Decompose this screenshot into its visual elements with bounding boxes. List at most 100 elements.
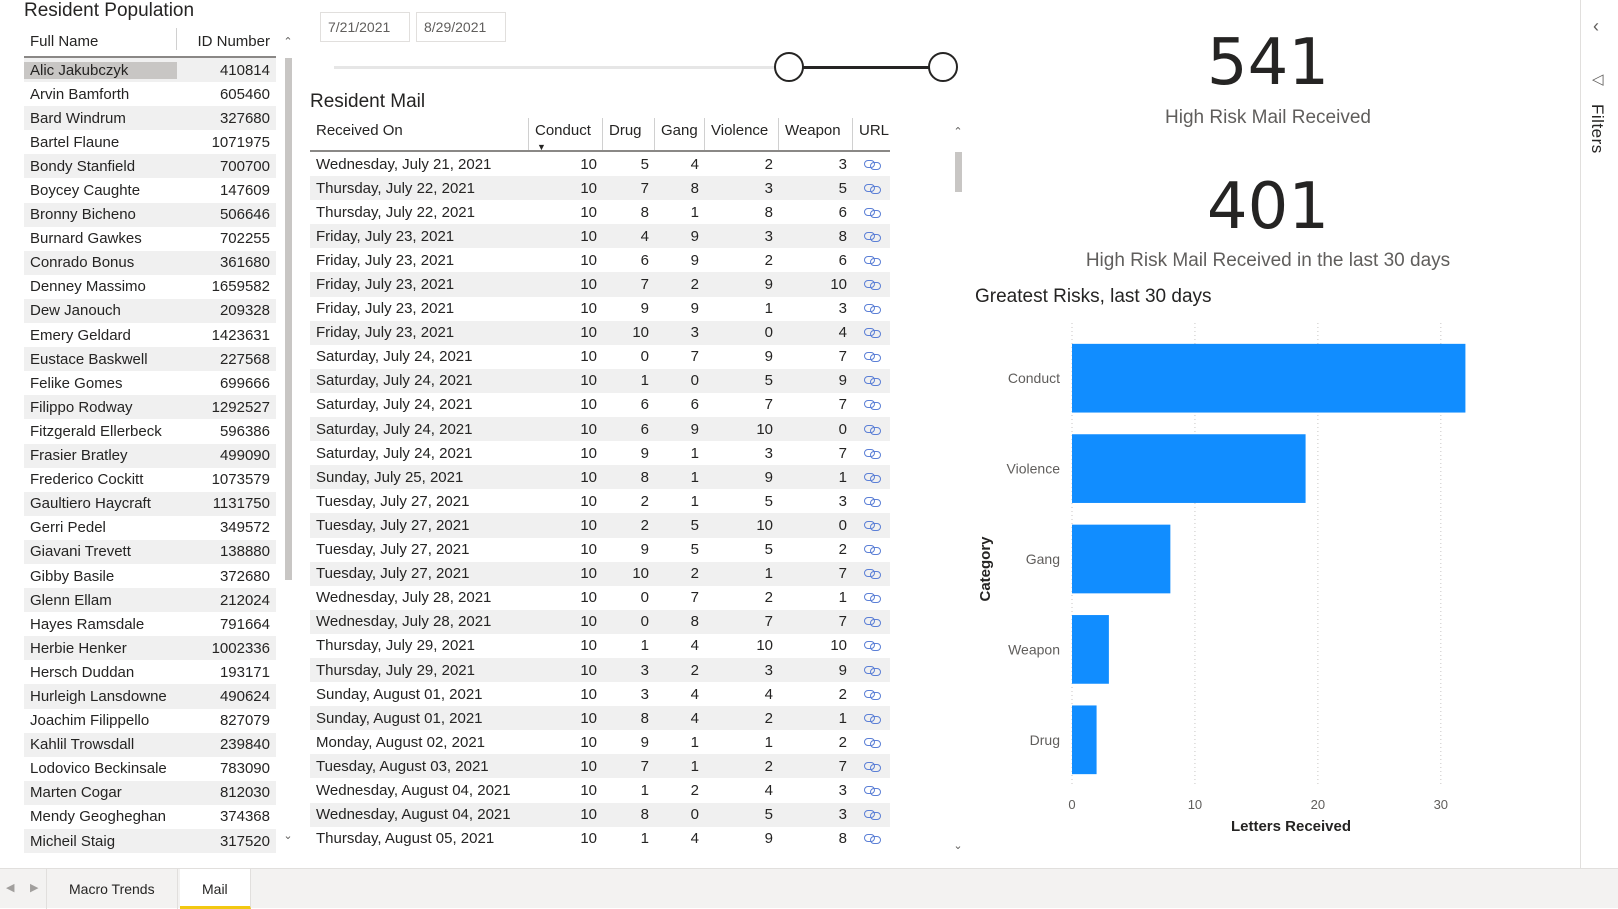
scroll-down-icon[interactable]: ⌄ xyxy=(282,830,294,842)
table-row[interactable]: Tuesday, August 03, 2021 10 7 1 2 7 xyxy=(310,754,890,779)
link-icon[interactable] xyxy=(863,448,881,459)
table-row[interactable]: Friday, July 23, 2021 10 6 9 2 6 xyxy=(310,248,890,272)
table-row[interactable]: Hersch Duddan 193171 xyxy=(24,660,276,684)
table-row[interactable]: Micheil Staig 317520 xyxy=(24,829,276,854)
url-cell[interactable] xyxy=(853,493,890,510)
chevron-left-icon[interactable]: ‹ xyxy=(1593,16,1599,37)
url-cell[interactable] xyxy=(853,613,890,630)
table-row[interactable]: Friday, July 23, 2021 10 10 3 0 4 xyxy=(310,320,890,345)
table-row[interactable]: Saturday, July 24, 2021 10 6 6 7 7 xyxy=(310,393,890,417)
date-slider-start-handle[interactable] xyxy=(774,52,804,82)
url-cell[interactable] xyxy=(853,541,890,558)
table-row[interactable]: Marten Cogar 812030 xyxy=(24,780,276,805)
population-scrollbar[interactable]: ⌃ ⌄ xyxy=(282,36,294,842)
url-cell[interactable] xyxy=(853,396,890,413)
link-icon[interactable] xyxy=(863,207,881,218)
link-icon[interactable] xyxy=(863,616,881,628)
table-row[interactable]: Monday, August 02, 2021 10 9 1 1 2 xyxy=(310,730,890,754)
chart-bar[interactable] xyxy=(1072,524,1171,594)
link-icon[interactable] xyxy=(863,689,881,700)
link-icon[interactable] xyxy=(863,327,881,339)
link-icon[interactable] xyxy=(863,375,881,387)
link-icon[interactable] xyxy=(863,496,881,507)
table-row[interactable]: Filippo Rodway 1292527 xyxy=(24,395,276,420)
table-row[interactable]: Sunday, July 25, 2021 10 8 1 9 1 xyxy=(310,465,890,490)
table-row[interactable]: Felike Gomes 699666 xyxy=(24,371,276,395)
url-cell[interactable] xyxy=(853,180,890,197)
link-icon[interactable] xyxy=(863,520,881,531)
table-row[interactable]: Wednesday, August 04, 2021 10 8 0 5 3 xyxy=(310,802,890,827)
column-header-id-number[interactable]: ID Number xyxy=(177,28,276,50)
table-row[interactable]: Gaultiero Haycraft 1131750 xyxy=(24,491,276,516)
table-row[interactable]: Wednesday, July 28, 2021 10 0 8 7 7 xyxy=(310,609,890,634)
table-row[interactable]: Eustace Baskwell 227568 xyxy=(24,347,276,372)
filters-label[interactable]: Filters xyxy=(1587,104,1607,154)
url-cell[interactable] xyxy=(853,565,890,582)
table-row[interactable]: Bondy Stanfield 700700 xyxy=(24,154,276,179)
population-scroll-thumb[interactable] xyxy=(285,58,292,580)
url-cell[interactable] xyxy=(853,372,890,389)
table-row[interactable]: Tuesday, July 27, 2021 10 10 2 1 7 xyxy=(310,561,890,586)
link-icon[interactable] xyxy=(863,231,881,242)
tab-prev-icon[interactable]: ◀ xyxy=(6,881,14,894)
url-cell[interactable] xyxy=(853,421,890,438)
link-icon[interactable] xyxy=(863,809,881,821)
column-header-conduct[interactable]: Conduct ▼ xyxy=(529,118,603,152)
link-icon[interactable] xyxy=(863,640,881,652)
table-row[interactable]: Emery Geldard 1423631 xyxy=(24,323,276,347)
table-row[interactable]: Arvin Bamforth 605460 xyxy=(24,82,276,106)
chart-bar[interactable] xyxy=(1072,434,1306,503)
url-cell[interactable] xyxy=(853,782,890,799)
table-row[interactable]: Boycey Caughte 147609 xyxy=(24,178,276,202)
table-row[interactable]: Friday, July 23, 2021 10 7 2 9 10 xyxy=(310,272,890,297)
table-row[interactable]: Giavani Trevett 138880 xyxy=(24,539,276,564)
table-row[interactable]: Tuesday, July 27, 2021 10 9 5 5 2 xyxy=(310,538,890,562)
mail-scroll-thumb[interactable] xyxy=(955,152,962,192)
url-cell[interactable] xyxy=(853,276,890,293)
url-cell[interactable] xyxy=(853,686,890,703)
table-row[interactable]: Thursday, July 29, 2021 10 3 2 3 9 xyxy=(310,657,890,683)
slicer-end-date[interactable]: 8/29/2021 xyxy=(416,12,506,42)
link-icon[interactable] xyxy=(863,303,881,315)
link-icon[interactable] xyxy=(863,424,881,435)
table-row[interactable]: Wednesday, August 04, 2021 10 1 2 4 3 xyxy=(310,778,890,802)
url-cell[interactable] xyxy=(853,156,890,173)
url-cell[interactable] xyxy=(853,517,890,534)
table-row[interactable]: Glenn Ellam 212024 xyxy=(24,588,276,613)
url-cell[interactable] xyxy=(853,830,890,847)
table-row[interactable]: Thursday, July 22, 2021 10 8 1 8 6 xyxy=(310,200,890,224)
chart-bar[interactable] xyxy=(1072,343,1466,413)
table-row[interactable]: Tuesday, July 27, 2021 10 2 5 10 0 xyxy=(310,513,890,538)
url-cell[interactable] xyxy=(853,758,890,775)
table-row[interactable]: Burnard Gawkes 702255 xyxy=(24,227,276,251)
url-cell[interactable] xyxy=(853,806,890,823)
table-row[interactable]: Saturday, July 24, 2021 10 9 1 3 7 xyxy=(310,441,890,465)
table-row[interactable]: Bronny Bicheno 506646 xyxy=(24,202,276,227)
table-row[interactable]: Friday, July 23, 2021 10 9 9 1 3 xyxy=(310,297,890,321)
column-header-drug[interactable]: Drug xyxy=(603,118,655,150)
column-header-weapon[interactable]: Weapon xyxy=(779,118,853,150)
scroll-down-icon[interactable]: ⌄ xyxy=(952,840,964,852)
table-row[interactable]: Saturday, July 24, 2021 10 1 0 5 9 xyxy=(310,368,890,393)
column-header-violence[interactable]: Violence xyxy=(705,118,779,150)
table-row[interactable]: Gerri Pedel 349572 xyxy=(24,516,276,540)
url-cell[interactable] xyxy=(853,348,890,365)
column-header-url[interactable]: URL xyxy=(853,118,890,150)
table-row[interactable]: Tuesday, July 27, 2021 10 2 1 5 3 xyxy=(310,489,890,513)
table-row[interactable]: Herbie Henker 1002336 xyxy=(24,636,276,661)
chart-bar[interactable] xyxy=(1072,705,1097,775)
table-row[interactable]: Conrado Bonus 361680 xyxy=(24,250,276,275)
table-row[interactable]: Wednesday, July 28, 2021 10 0 7 2 1 xyxy=(310,586,890,610)
link-icon[interactable] xyxy=(863,279,881,291)
table-row[interactable]: Sunday, August 01, 2021 10 8 4 2 1 xyxy=(310,706,890,731)
mail-scrollbar[interactable]: ⌃ ⌄ xyxy=(952,126,964,852)
link-icon[interactable] xyxy=(863,665,881,676)
table-row[interactable]: Thursday, August 05, 2021 10 1 4 9 8 xyxy=(310,827,890,851)
table-row[interactable]: Joachim Filippello 827079 xyxy=(24,709,276,733)
link-icon[interactable] xyxy=(863,472,881,483)
tab-next-icon[interactable]: ▶ xyxy=(30,881,38,894)
table-row[interactable]: Mendy Geogheghan 374368 xyxy=(24,805,276,829)
link-icon[interactable] xyxy=(863,255,881,266)
link-icon[interactable] xyxy=(863,159,881,170)
link-icon[interactable] xyxy=(863,761,881,772)
